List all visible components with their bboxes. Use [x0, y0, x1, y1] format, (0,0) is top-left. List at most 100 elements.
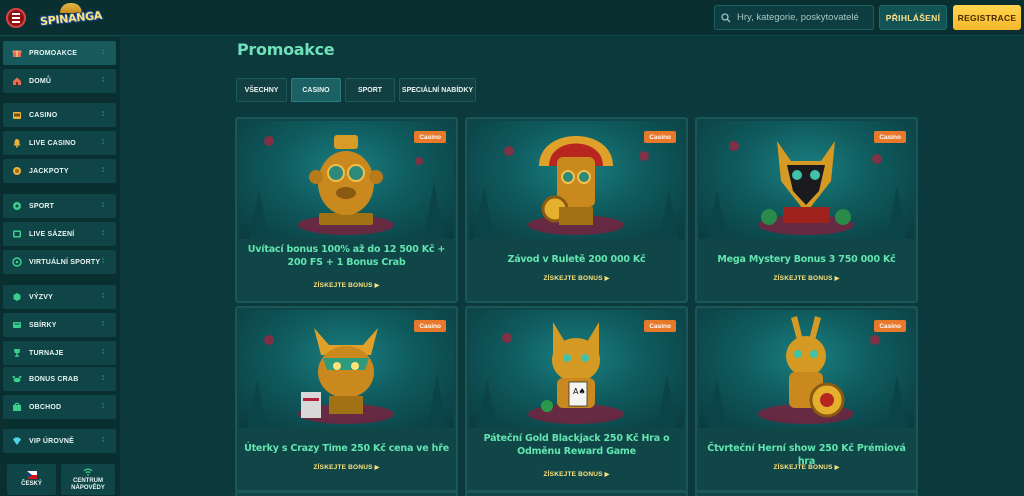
sidebar-item-sbirky[interactable]: SBÍRKY: [3, 313, 116, 337]
login-button[interactable]: PŘIHLÁŠENÍ: [879, 5, 947, 30]
collection-icon: [11, 320, 22, 331]
promo-card-image: Casino: [699, 310, 914, 428]
trophy-icon: [11, 348, 22, 359]
category-badge: Casino: [644, 131, 676, 143]
sidebar-item-label: SPORT: [29, 202, 55, 210]
promo-card-title: Mega Mystery Bonus 3 750 000 Kč: [717, 254, 896, 265]
sidebar-item-domu[interactable]: DOMŮ: [3, 69, 116, 93]
drag-handle-icon[interactable]: [102, 77, 108, 85]
promo-card[interactable]: Casino Závod v Ruletě 200 000 Kč ZÍSKEJT…: [465, 117, 688, 303]
drag-handle-icon[interactable]: [102, 139, 108, 147]
sidebar-item-label: JACKPOTY: [29, 167, 69, 175]
promo-card[interactable]: Casino Mega Mystery Bonus 3 750 000 Kč Z…: [695, 117, 918, 303]
live-betting-icon: [11, 229, 22, 240]
promo-card[interactable]: A♠ Casino Páteční Gold Blackjack 250 Kč …: [465, 306, 688, 492]
crab-icon: [11, 374, 22, 385]
drag-handle-icon[interactable]: [102, 375, 108, 383]
drag-handle-icon[interactable]: [102, 230, 108, 238]
jackpot-icon: [11, 166, 22, 177]
drag-handle-icon[interactable]: [102, 202, 108, 210]
drag-handle-icon[interactable]: [102, 321, 108, 329]
drag-handle-icon[interactable]: [102, 258, 108, 266]
bell-icon: [11, 138, 22, 149]
promo-card[interactable]: Casino Uvítací bonus 100% až do 12 500 K…: [235, 117, 458, 303]
promo-card-partial: [465, 491, 688, 496]
promo-card-partial: [235, 491, 458, 496]
get-bonus-link[interactable]: ZÍSKEJTE BONUS ▶: [237, 282, 456, 289]
help-label: CENTRUM NÁPOVĚDY: [71, 477, 105, 491]
promo-card-image: A♠ Casino: [469, 310, 684, 428]
sidebar-item-turnaje[interactable]: TURNAJE: [3, 341, 116, 365]
sidebar-item-label: VÝZVY: [29, 293, 53, 301]
menu-toggle-button[interactable]: [6, 8, 26, 28]
sidebar-item-sport[interactable]: SPORT: [3, 194, 116, 218]
sidebar-item-obchod[interactable]: OBCHOD: [3, 395, 116, 419]
get-bonus-link[interactable]: ZÍSKEJTE BONUS ▶: [467, 275, 686, 282]
promo-card-title: Úterky s Crazy Time 250 Kč cena ve hře: [244, 443, 449, 454]
get-bonus-link[interactable]: ZÍSKEJTE BONUS ▶: [467, 471, 686, 478]
get-bonus-link[interactable]: ZÍSKEJTE BONUS ▶: [237, 464, 456, 471]
search-box[interactable]: [714, 5, 874, 30]
promo-card-partial: [695, 491, 918, 496]
promo-card[interactable]: Casino Čtvrteční Herní show 250 Kč Prémi…: [695, 306, 918, 492]
sidebar-item-promoakce[interactable]: PROMOAKCE: [3, 41, 116, 65]
sidebar: PROMOAKCE DOMŮ CASINO LIVE CASINO JACKPO…: [0, 37, 120, 496]
sidebar-item-label: TURNAJE: [29, 349, 64, 357]
sidebar-item-casino[interactable]: CASINO: [3, 103, 116, 127]
drag-handle-icon[interactable]: [102, 49, 108, 57]
promo-card-image: Casino: [239, 121, 454, 239]
category-badge: Casino: [874, 320, 906, 332]
promo-card-image: Casino: [469, 121, 684, 239]
category-badge: Casino: [874, 131, 906, 143]
sidebar-item-bonus-crab[interactable]: BONUS CRAB: [3, 367, 116, 391]
challenge-icon: [11, 292, 22, 303]
drag-handle-icon[interactable]: [102, 111, 108, 119]
promo-card-title: Uvítací bonus 100% až do 12 500 Kč + 200…: [247, 244, 446, 268]
diamond-icon: [11, 436, 22, 447]
get-bonus-link[interactable]: ZÍSKEJTE BONUS ▶: [697, 464, 916, 471]
site-logo[interactable]: SPINANGA: [39, 3, 103, 33]
language-selector[interactable]: ČESKÝ: [7, 464, 56, 495]
sidebar-item-label: LIVE CASINO: [29, 139, 76, 147]
sidebar-item-live-sazeni[interactable]: LIVE SÁZENÍ: [3, 222, 116, 246]
gift-icon: [11, 48, 22, 59]
tab-sport[interactable]: SPORT: [345, 78, 395, 102]
sidebar-item-jackpoty[interactable]: JACKPOTY: [3, 159, 116, 183]
slot-machine-icon: [11, 110, 22, 121]
top-header: SPINANGA PŘIHLÁŠENÍ REGISTRACE: [0, 0, 1024, 36]
chevron-right-icon: ▶: [374, 465, 380, 471]
logo-text: SPINANGA: [39, 8, 103, 28]
search-input[interactable]: [737, 12, 867, 23]
tab-casino[interactable]: CASINO: [291, 78, 341, 102]
sidebar-item-live-casino[interactable]: LIVE CASINO: [3, 131, 116, 155]
drag-handle-icon[interactable]: [102, 403, 108, 411]
sidebar-item-label: CASINO: [29, 111, 58, 119]
chevron-right-icon: ▶: [834, 465, 840, 471]
help-center-button[interactable]: CENTRUM NÁPOVĚDY: [61, 464, 115, 495]
language-label: ČESKÝ: [21, 481, 42, 487]
promo-card[interactable]: Casino Úterky s Crazy Time 250 Kč cena v…: [235, 306, 458, 492]
sidebar-item-vip-urovne[interactable]: VIP ÚROVNĚ: [3, 429, 116, 453]
drag-handle-icon[interactable]: [102, 167, 108, 175]
drag-handle-icon[interactable]: [102, 437, 108, 445]
drag-handle-icon[interactable]: [102, 349, 108, 357]
sidebar-item-label: VIRTUÁLNÍ SPORTY: [29, 258, 101, 266]
shop-icon: [11, 402, 22, 413]
tab-specialni-nabidky[interactable]: SPECIÁLNÍ NABÍDKY: [399, 78, 476, 102]
virtual-sport-icon: [11, 257, 22, 268]
football-icon: [11, 201, 22, 212]
register-button[interactable]: REGISTRACE: [953, 5, 1021, 30]
hamburger-icon: [12, 12, 20, 24]
search-icon: [721, 12, 731, 22]
czech-flag-icon: [26, 471, 37, 479]
sidebar-item-vyzvy[interactable]: VÝZVY: [3, 285, 116, 309]
tab-vsechny[interactable]: VŠECHNY: [236, 78, 287, 102]
sidebar-item-label: SBÍRKY: [29, 321, 57, 329]
get-bonus-link[interactable]: ZÍSKEJTE BONUS ▶: [697, 275, 916, 282]
category-badge: Casino: [414, 131, 446, 143]
sidebar-item-virtualni-sporty[interactable]: VIRTUÁLNÍ SPORTY: [3, 250, 116, 274]
drag-handle-icon[interactable]: [102, 293, 108, 301]
chevron-right-icon: ▶: [604, 472, 610, 478]
promo-card-title: Závod v Ruletě 200 000 Kč: [507, 254, 646, 265]
category-badge: Casino: [644, 320, 676, 332]
